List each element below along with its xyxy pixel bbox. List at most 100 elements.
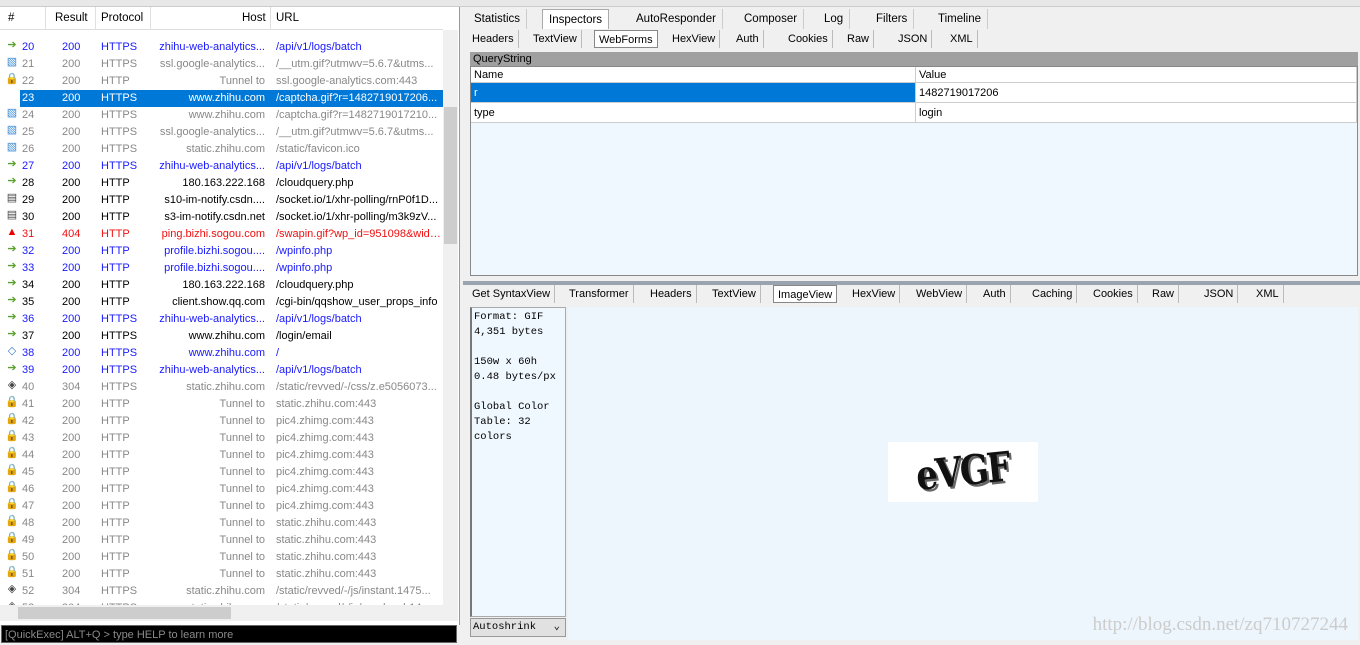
response-tab-cookies[interactable]: Cookies [1089,285,1138,303]
session-url: pic4.zhimg.com:443 [276,415,374,427]
querystring-value-cell[interactable]: login [916,103,1357,123]
querystring-name-cell[interactable]: r [471,83,916,103]
tab-filters[interactable]: Filters [870,9,915,29]
session-row[interactable]: 🔒 22 200 HTTP Tunnel to ssl.google-analytics.… [0,73,443,90]
response-tab-get-syntaxview[interactable]: Get SyntaxView [468,285,556,303]
session-row[interactable]: ➔ 27 200 HTTPS zhihu-web-analytics... /api/v1… [0,158,443,175]
request-tab-textview[interactable]: TextView [529,30,582,48]
response-tab-auth[interactable]: Auth [979,285,1011,303]
request-tab-cookies[interactable]: Cookies [784,30,833,48]
session-row[interactable]: ➔ 28 200 HTTP 180.163.222.168/cloudquery.php [0,175,443,192]
session-protocol: HTTPS [101,109,138,121]
horizontal-scroll-thumb[interactable] [18,607,231,619]
response-tab-raw[interactable]: Raw [1148,285,1180,303]
column-header-host[interactable]: Host [242,12,266,24]
session-row[interactable]: ◈ 40 304 HTTPS static.zhihu.com/static/revve… [0,379,443,396]
session-url: pic4.zhimg.com:443 [276,432,374,444]
request-tab-webforms[interactable]: WebForms [594,30,658,48]
response-tab-hexview[interactable]: HexView [848,285,901,303]
session-row[interactable]: ◇ 38 200 HTTPS www.zhihu.com / [0,345,443,362]
autoshrink-dropdown[interactable]: Autoshrink ⌄ [470,618,566,637]
image-icon: ▧ [6,90,18,102]
response-tab-xml[interactable]: XML [1252,285,1284,303]
querystring-name-cell[interactable]: type [471,103,916,123]
session-row[interactable]: ➔ 39 200 HTTPS zhihu-web-analytics... /api/v1… [0,362,443,379]
session-row[interactable]: ➔ 33 200 HTTP profile.bizhi.sogou.... /wpinfo… [0,260,443,277]
session-row[interactable]: ➔ 37 200 HTTPS www.zhihu.com/login/email [0,328,443,345]
session-protocol: HTTP [101,211,130,223]
session-host: Tunnel to [219,75,265,87]
session-row[interactable]: 🔒 51 200 HTTP Tunnel to static.zhihu.com:443 [0,566,443,583]
document-icon: ▤ [6,192,18,204]
session-row[interactable]: ➔ 35 200 HTTP client.show.qq.com/cgi-bin/qqs… [0,294,443,311]
tab-composer[interactable]: Composer [738,9,805,29]
session-url: ssl.google-analytics.com:443 [276,75,418,87]
session-row[interactable]: ▤ 29 200 HTTP s10-im-notify.csdn.... /socket.… [0,192,443,209]
response-tab-json[interactable]: JSON [1200,285,1239,303]
session-host: 180.163.222.168 [182,279,265,291]
request-tab-auth[interactable]: Auth [732,30,764,48]
session-row[interactable]: ◈ 52 304 HTTPS static.zhihu.com/static/revve… [0,583,443,600]
sessions-list[interactable]: # Result Protocol Host URL ➔ 20 200 HTTPS zh… [0,7,460,625]
tab-log[interactable]: Log [818,9,851,29]
session-result: 200 [62,568,81,580]
tab-statistics[interactable]: Statistics [468,9,528,29]
session-protocol: HTTPS [101,92,138,104]
captcha-text: eVGF [914,443,1012,501]
request-tab-raw[interactable]: Raw [843,30,875,48]
tab-timeline[interactable]: Timeline [932,9,989,29]
session-row[interactable]: ▧ 23 200 HTTPS www.zhihu.com/captcha.gif?r=1… [7,90,443,107]
response-tab-imageview[interactable]: ImageView [773,285,838,303]
session-row[interactable]: 🔒 45 200 HTTP Tunnel to pic4.zhimg.com:443 [0,464,443,481]
session-url: /cgi-bin/qqshow_user_props_info [276,296,438,308]
querystring-value-cell[interactable]: 1482719017206 [916,83,1357,103]
session-host: Tunnel to [219,432,265,444]
toolbar-strip [0,0,1360,7]
session-row[interactable]: ▧ 21 200 HTTPS ssl.google-analytics... /__utm… [0,56,443,73]
session-row[interactable]: 🔒 41 200 HTTP Tunnel to static.zhihu.com:443 [0,396,443,413]
column-header-url[interactable]: URL [276,12,299,24]
session-result: 200 [62,364,81,376]
column-header-value[interactable]: Value [916,67,1357,83]
column-header-name[interactable]: Name [471,67,916,83]
session-row[interactable]: ▧ 25 200 HTTPS ssl.google-analytics... /__utm… [0,124,443,141]
quickexec-input[interactable]: [QuickExec] ALT+Q > type HELP to learn m… [1,625,457,643]
session-row[interactable]: ▧ 26 200 HTTPS static.zhihu.com/static/favic… [0,141,443,158]
session-row[interactable]: 🔒 50 200 HTTP Tunnel to static.zhihu.com:443 [0,549,443,566]
image-info-panel: Format: GIF 4,351 bytes 150w x 60h 0.48 … [470,307,566,617]
session-number: 26 [22,143,35,155]
request-tab-json[interactable]: JSON [894,30,933,48]
session-row[interactable]: 🔒 44 200 HTTP Tunnel to pic4.zhimg.com:443 [0,447,443,464]
session-host: Tunnel to [219,449,265,461]
session-row[interactable]: ▤ 30 200 HTTP s3-im-notify.csdn.net/socket.i… [0,209,443,226]
session-row[interactable]: ➔ 20 200 HTTPS zhihu-web-analytics... /api/v1… [0,39,443,56]
response-tab-headers[interactable]: Headers [646,285,697,303]
vertical-scroll-thumb[interactable] [444,107,457,244]
session-row[interactable]: 🔒 49 200 HTTP Tunnel to static.zhihu.com:443 [0,532,443,549]
request-tab-headers[interactable]: Headers [468,30,519,48]
column-header-result[interactable]: Result [55,12,88,24]
session-row[interactable]: ➔ 34 200 HTTP 180.163.222.168/cloudquery.php [0,277,443,294]
tab-inspectors[interactable]: Inspectors [542,9,610,29]
request-tab-hexview[interactable]: HexView [668,30,721,48]
session-row[interactable]: ➔ 36 200 HTTPS zhihu-web-analytics... /api/v1… [0,311,443,328]
response-tab-transformer[interactable]: Transformer [565,285,634,303]
session-row[interactable]: ▧ 24 200 HTTPS www.zhihu.com/captcha.gif?r=1… [0,107,443,124]
column-header-protocol[interactable]: Protocol [101,12,143,24]
request-tab-xml[interactable]: XML [946,30,978,48]
column-header-number[interactable]: # [8,12,14,24]
tab-autoresponder[interactable]: AutoResponder [630,9,723,29]
response-tab-caching[interactable]: Caching [1028,285,1078,303]
session-host: ssl.google-analytics... [159,58,265,70]
session-row[interactable]: ➔ 32 200 HTTP profile.bizhi.sogou.... /wpinfo… [0,243,443,260]
lock-icon: 🔒 [5,73,19,85]
session-row[interactable]: 🔒 47 200 HTTP Tunnel to pic4.zhimg.com:443 [0,498,443,515]
session-row[interactable]: 🔒 46 200 HTTP Tunnel to pic4.zhimg.com:443 [0,481,443,498]
session-row[interactable]: 🔒 48 200 HTTP Tunnel to static.zhihu.com:443 [0,515,443,532]
response-tab-webview[interactable]: WebView [912,285,968,303]
session-protocol: HTTPS [101,143,138,155]
response-tab-textview[interactable]: TextView [708,285,761,303]
session-row[interactable]: 🔒 43 200 HTTP Tunnel to pic4.zhimg.com:443 [0,430,443,447]
session-row[interactable]: 🔒 42 200 HTTP Tunnel to pic4.zhimg.com:443 [0,413,443,430]
session-row[interactable]: ▲ 31 404 HTTP ping.bizhi.sogou.com/swapin.gi… [0,226,443,243]
